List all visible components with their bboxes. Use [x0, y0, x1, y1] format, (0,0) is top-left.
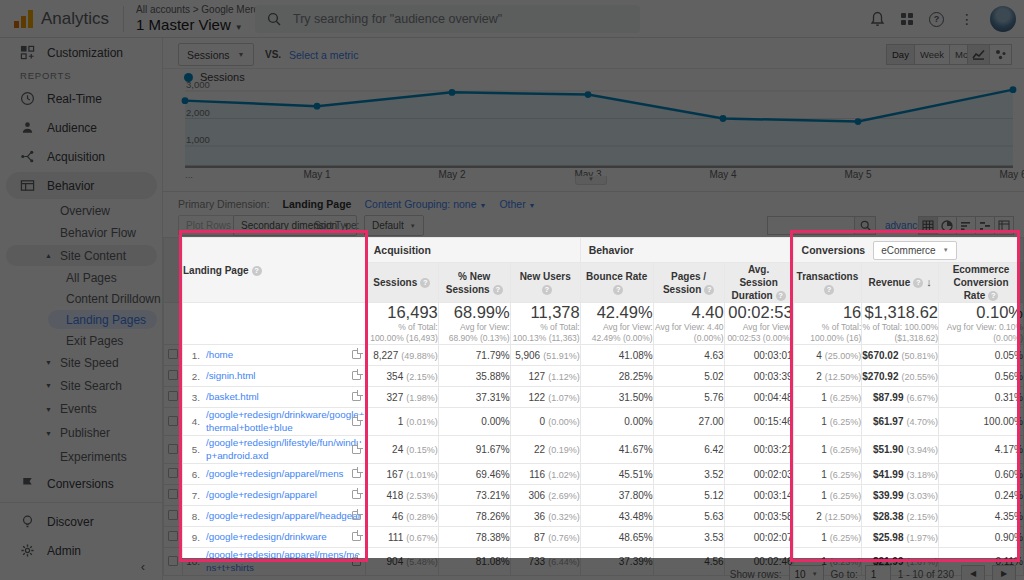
column-header-new-users[interactable]: New Users? — [510, 263, 580, 303]
metric-cell: 00:02:03 — [724, 464, 793, 485]
metric-cell: 5.76 — [653, 387, 724, 408]
dim-overlay-left — [0, 237, 182, 558]
summary-cell: 68.99%Avg for View: 68.90% (0.13%) — [438, 303, 510, 345]
metric-cell: 122(1.07%) — [510, 387, 580, 408]
metric-cell: 111(0.67%) — [365, 527, 438, 548]
metric-cell: 1(0.01%) — [365, 408, 438, 436]
metric-cell: 45.51% — [580, 464, 653, 485]
metric-cell: 127(1.12%) — [510, 366, 580, 387]
metric-cell: 00:04:48 — [724, 387, 793, 408]
summary-cell: 4.40Avg for View: 4.40 (0.00%) — [653, 303, 724, 345]
metric-cell: 00:02:07 — [724, 527, 793, 548]
metric-cell: 43.48% — [580, 506, 653, 527]
metric-cell: 78.26% — [438, 506, 510, 527]
metric-cell: 00:03:58 — [724, 506, 793, 527]
column-header-sessions[interactable]: Sessions? — [365, 263, 438, 303]
metric-cell: 71.79% — [438, 345, 510, 366]
metric-cell: 0.00% — [580, 408, 653, 436]
dim-overlay-top — [0, 0, 1024, 237]
summary-cell: 16,493% of Total: 100.00% (16,493) — [365, 303, 438, 345]
metric-cell: 00:03:21 — [724, 436, 793, 464]
column-header-bounce-rate[interactable]: Bounce Rate? — [580, 263, 653, 303]
metric-cell: 87(0.76%) — [510, 527, 580, 548]
metric-cell: 24(0.15%) — [365, 436, 438, 464]
metric-cell: 37.31% — [438, 387, 510, 408]
metric-cell: 3.52 — [653, 464, 724, 485]
metric-cell: 00:03:14 — [724, 485, 793, 506]
metric-cell: 327(1.98%) — [365, 387, 438, 408]
metric-cell: 00:03:01 — [724, 345, 793, 366]
metric-cell: 3.53 — [653, 527, 724, 548]
metric-cell: 37.80% — [580, 485, 653, 506]
metric-cell: 31.50% — [580, 387, 653, 408]
metric-cell: 22(0.19%) — [510, 436, 580, 464]
metric-cell: 5,906(51.91%) — [510, 345, 580, 366]
metric-cell: 116(1.02%) — [510, 464, 580, 485]
annotation-box-conversions — [790, 230, 1020, 562]
summary-cell: 00:02:53Avg for View: 00:02:53 (0.00%) — [724, 303, 793, 345]
group-header-behavior: Behavior — [580, 238, 793, 263]
metric-cell: 41.08% — [580, 345, 653, 366]
metric-cell: 69.46% — [438, 464, 510, 485]
metric-cell: 00:15:46 — [724, 408, 793, 436]
metric-cell: 27.00 — [653, 408, 724, 436]
metric-cell: 5.02 — [653, 366, 724, 387]
metric-cell: 35.88% — [438, 366, 510, 387]
column-header-pages-session[interactable]: Pages / Session? — [653, 263, 724, 303]
metric-cell: 91.67% — [438, 436, 510, 464]
metric-cell: 0(0.00%) — [510, 408, 580, 436]
metric-cell: 5.63 — [653, 506, 724, 527]
metric-cell: 5.12 — [653, 485, 724, 506]
metric-cell: 78.38% — [438, 527, 510, 548]
metric-cell: 6.42 — [653, 436, 724, 464]
column-header-session-duration[interactable]: Avg. Session Duration? — [724, 263, 793, 303]
metric-cell: 167(1.01%) — [365, 464, 438, 485]
metric-cell: 28.25% — [580, 366, 653, 387]
summary-cell: 42.49%Avg for View: 42.49% (0.00%) — [580, 303, 653, 345]
metric-cell: 418(2.53%) — [365, 485, 438, 506]
group-header-acquisition: Acquisition — [365, 238, 580, 263]
metric-cell: 46(0.28%) — [365, 506, 438, 527]
metric-cell: 4.63 — [653, 345, 724, 366]
metric-cell: 8,227(49.88%) — [365, 345, 438, 366]
annotation-box-landing-page — [179, 230, 368, 562]
summary-cell: 11,378% of Total: 100.13% (11,363) — [510, 303, 580, 345]
metric-cell: 306(2.69%) — [510, 485, 580, 506]
metric-cell: 00:03:39 — [724, 366, 793, 387]
metric-cell: 354(2.15%) — [365, 366, 438, 387]
metric-cell: 48.65% — [580, 527, 653, 548]
metric-cell: 41.67% — [580, 436, 653, 464]
metric-cell: 0.00% — [438, 408, 510, 436]
metric-cell: 73.21% — [438, 485, 510, 506]
column-header-new-sessions[interactable]: % New Sessions? — [438, 263, 510, 303]
metric-cell: 36(0.32%) — [510, 506, 580, 527]
